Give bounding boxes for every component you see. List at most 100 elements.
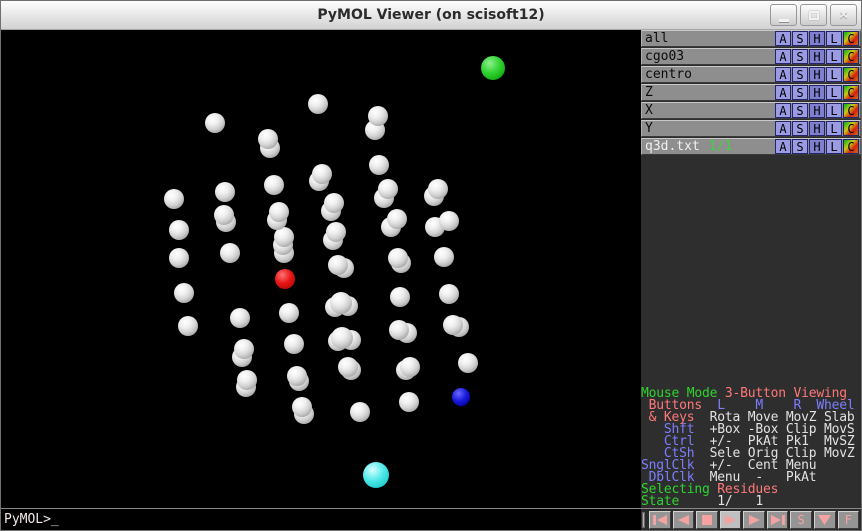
white-atom-sphere[interactable] <box>230 308 250 328</box>
s-menu-button[interactable]: S <box>792 139 808 154</box>
white-atom-sphere[interactable] <box>399 392 419 412</box>
red-atom-sphere[interactable] <box>275 269 295 289</box>
s-menu-button[interactable]: S <box>792 31 808 46</box>
object-row-X[interactable]: X ASHLC <box>641 102 861 119</box>
a-menu-button[interactable]: A <box>775 103 791 118</box>
a-menu-button[interactable]: A <box>775 49 791 64</box>
white-atom-sphere[interactable] <box>287 366 307 386</box>
white-atom-sphere[interactable] <box>237 370 257 390</box>
h-menu-button[interactable]: H <box>809 121 825 136</box>
white-atom-sphere[interactable] <box>215 182 235 202</box>
l-menu-button[interactable]: L <box>826 139 842 154</box>
white-atom-sphere[interactable] <box>439 284 459 304</box>
c-menu-button[interactable]: C <box>843 121 859 136</box>
a-menu-button[interactable]: A <box>775 121 791 136</box>
white-atom-sphere[interactable] <box>368 106 388 126</box>
white-atom-sphere[interactable] <box>292 397 312 417</box>
mouse-mode-panel[interactable]: Mouse Mode 3-Button Viewing Buttons L M … <box>641 387 861 508</box>
s-menu-button[interactable]: S <box>792 103 808 118</box>
white-atom-sphere[interactable] <box>324 193 344 213</box>
cyan-atom-sphere[interactable] <box>363 462 389 488</box>
c-menu-button[interactable]: C <box>843 49 859 64</box>
l-menu-button[interactable]: L <box>826 103 842 118</box>
white-atom-sphere[interactable] <box>234 339 254 359</box>
s-menu-button[interactable]: S <box>792 121 808 136</box>
c-menu-button[interactable]: C <box>843 67 859 82</box>
white-atom-sphere[interactable] <box>369 155 389 175</box>
white-atom-sphere[interactable] <box>312 164 332 184</box>
white-atom-sphere[interactable] <box>269 202 289 222</box>
pane-divider-handle[interactable] <box>642 511 645 528</box>
h-menu-button[interactable]: H <box>809 85 825 100</box>
forward-to-end-button[interactable] <box>766 510 789 529</box>
fullscreen-button[interactable]: F <box>837 510 860 529</box>
maximize-button[interactable] <box>800 4 827 26</box>
viewport-3d[interactable] <box>1 30 641 508</box>
object-name[interactable]: q3d.txt <box>645 140 700 153</box>
white-atom-sphere[interactable] <box>388 248 408 268</box>
white-atom-sphere[interactable] <box>174 283 194 303</box>
white-atom-sphere[interactable] <box>439 211 459 231</box>
white-atom-sphere[interactable] <box>389 320 409 340</box>
white-atom-sphere[interactable] <box>258 129 278 149</box>
white-atom-sphere[interactable] <box>390 287 410 307</box>
h-menu-button[interactable]: H <box>809 67 825 82</box>
scene-loop-button[interactable]: S <box>790 510 812 529</box>
white-atom-sphere[interactable] <box>284 334 304 354</box>
play-button[interactable] <box>719 510 742 529</box>
white-atom-sphere[interactable] <box>214 205 234 225</box>
object-name[interactable]: cgo03 <box>645 50 684 63</box>
white-atom-sphere[interactable] <box>434 247 454 267</box>
object-name[interactable]: centro <box>645 68 692 81</box>
white-atom-sphere[interactable] <box>387 209 407 229</box>
speed-menu-button[interactable] <box>813 510 836 529</box>
object-row-all[interactable]: all A S H L C <box>641 30 861 47</box>
stop-button[interactable] <box>696 510 718 529</box>
object-row-q3d.txt[interactable]: q3d.txt 1/1 A S H L C <box>641 138 861 155</box>
l-menu-button[interactable]: L <box>826 121 842 136</box>
white-atom-sphere[interactable] <box>378 179 398 199</box>
green-atom-sphere[interactable] <box>481 56 505 80</box>
l-menu-button[interactable]: L <box>826 67 842 82</box>
white-atom-sphere[interactable] <box>274 227 294 247</box>
h-menu-button[interactable]: H <box>809 31 825 46</box>
h-menu-button[interactable]: H <box>809 139 825 154</box>
c-menu-button[interactable]: C <box>843 103 859 118</box>
object-name[interactable]: Z <box>645 86 653 99</box>
white-atom-sphere[interactable] <box>458 353 478 373</box>
h-menu-button[interactable]: H <box>809 49 825 64</box>
a-menu-button[interactable]: A <box>775 139 791 154</box>
white-atom-sphere[interactable] <box>400 357 420 377</box>
white-atom-sphere[interactable] <box>443 315 463 335</box>
s-menu-button[interactable]: S <box>792 85 808 100</box>
a-menu-button[interactable]: A <box>775 85 791 100</box>
white-atom-sphere[interactable] <box>350 402 370 422</box>
white-atom-sphere[interactable] <box>308 94 328 114</box>
l-menu-button[interactable]: L <box>826 31 842 46</box>
c-menu-button[interactable]: C <box>843 139 859 154</box>
white-atom-sphere[interactable] <box>178 316 198 336</box>
white-atom-sphere[interactable] <box>205 113 225 133</box>
object-row-centro[interactable]: centro A S H L C <box>641 66 861 83</box>
object-row-Z[interactable]: Z ASHLC <box>641 84 861 101</box>
step-back-button[interactable] <box>672 510 695 529</box>
object-row-Y[interactable]: Y ASHLC <box>641 120 861 137</box>
white-atom-sphere[interactable] <box>169 220 189 240</box>
l-menu-button[interactable]: L <box>826 85 842 100</box>
mouse-panel-line[interactable]: State 1/ 1 <box>641 495 861 508</box>
white-atom-sphere[interactable] <box>264 175 284 195</box>
a-menu-button[interactable]: A <box>775 67 791 82</box>
white-atom-sphere[interactable] <box>331 327 353 349</box>
white-atom-sphere[interactable] <box>326 222 346 242</box>
minimize-button[interactable] <box>770 4 797 26</box>
blue-atom-sphere[interactable] <box>452 388 470 406</box>
object-name[interactable]: all <box>645 32 668 45</box>
white-atom-sphere[interactable] <box>169 248 189 268</box>
white-atom-sphere[interactable] <box>328 255 348 275</box>
white-atom-sphere[interactable] <box>428 179 448 199</box>
h-menu-button[interactable]: H <box>809 103 825 118</box>
object-name[interactable]: X <box>645 104 653 117</box>
white-atom-sphere[interactable] <box>279 303 299 323</box>
titlebar[interactable]: PyMOL Viewer (on scisoft12) ✕ <box>1 1 861 30</box>
c-menu-button[interactable]: C <box>843 31 859 46</box>
